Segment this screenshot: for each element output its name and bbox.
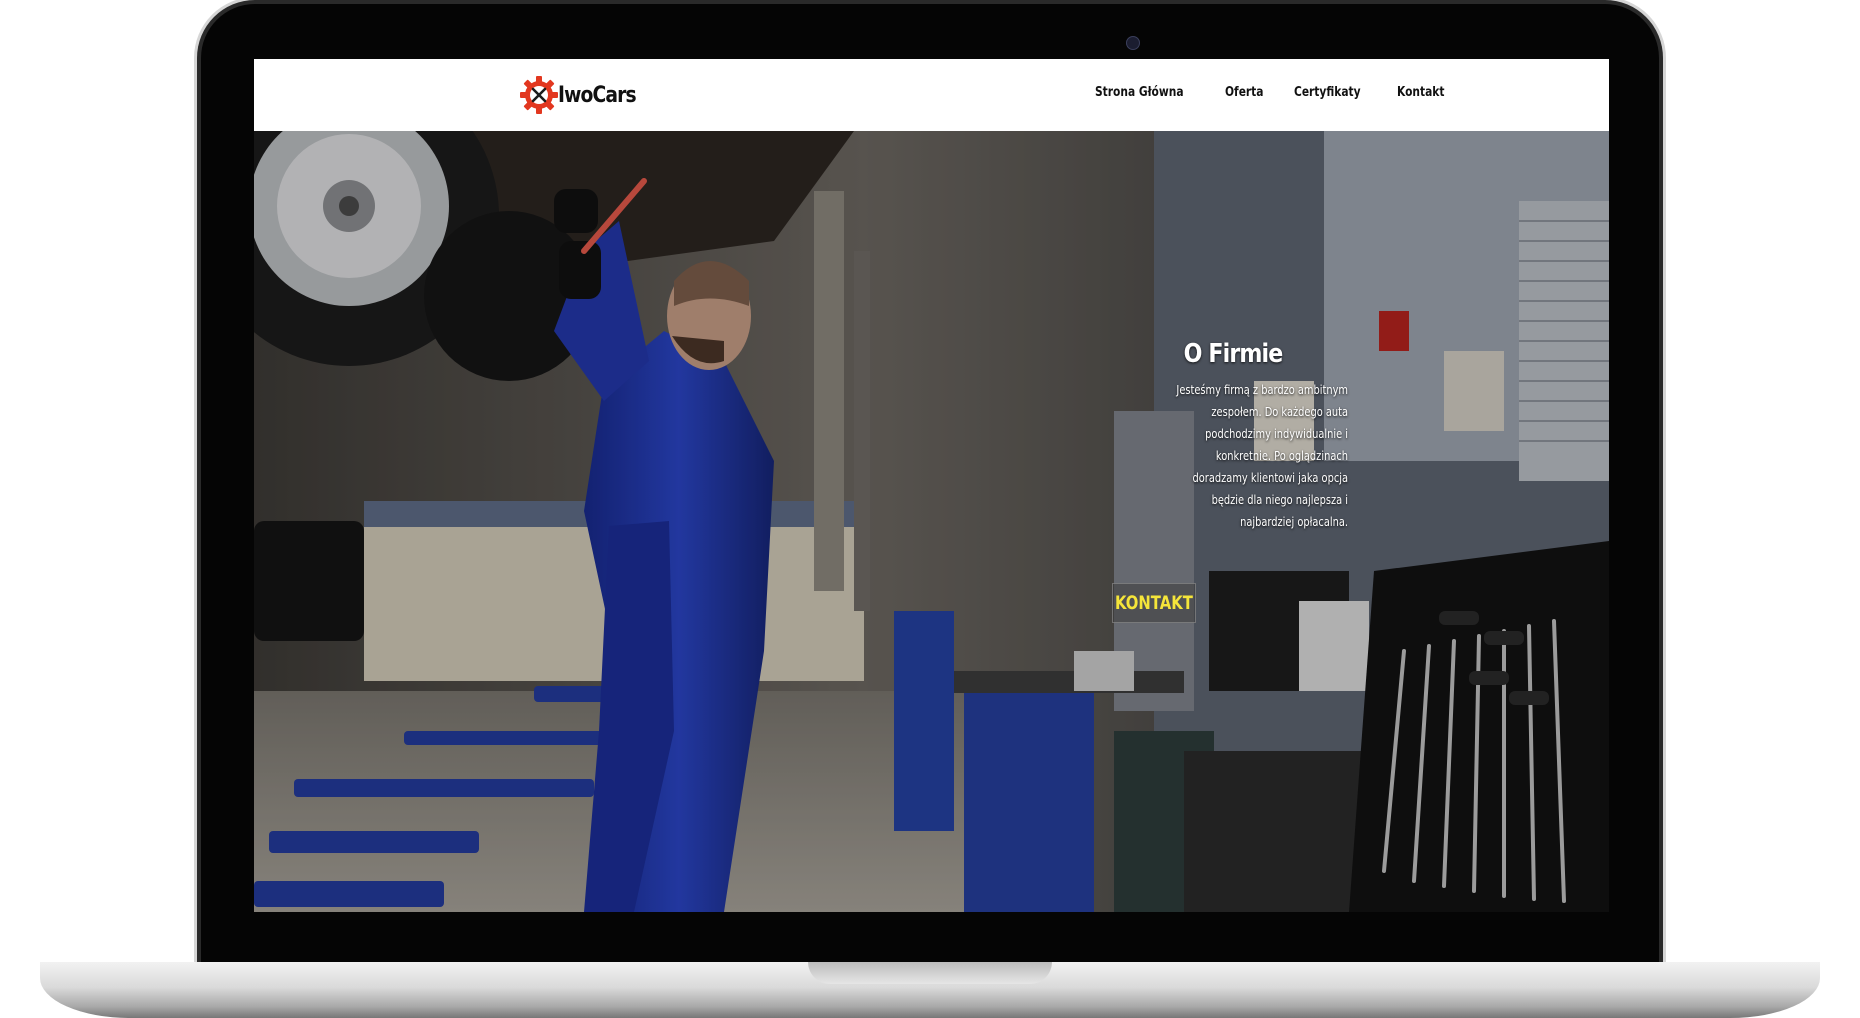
contact-button[interactable]: KONTAKT [1112,583,1196,623]
main-nav: Strona Główna Oferta Certyfikaty Kontakt [1095,85,1455,100]
about-title: O Firmie [1183,339,1284,369]
nav-offer[interactable]: Oferta [1225,85,1263,100]
nav-contact[interactable]: Kontakt [1397,85,1444,100]
about-text: Jesteśmy firmą z bardzo ambitnym zespołe… [1176,383,1348,529]
site-navbar: IwoCars Strona Główna Oferta Certyfikaty… [254,59,1609,131]
webcam [1126,36,1140,50]
contact-button-label: KONTAKT [1115,592,1193,614]
about-section: O Firmie Jesteśmy firmą z bardzo ambitny… [1118,339,1348,533]
gear-wrench-icon [520,76,558,114]
laptop-notch [808,962,1052,984]
hero-section: O Firmie Jesteśmy firmą z bardzo ambitny… [254,131,1609,912]
hero-overlay [254,131,1609,912]
nav-certificates[interactable]: Certyfikaty [1294,85,1361,100]
site-logo[interactable]: IwoCars [518,69,650,121]
logo-text: IwoCars [558,82,637,108]
laptop-screen: IwoCars Strona Główna Oferta Certyfikaty… [254,59,1609,912]
nav-home[interactable]: Strona Główna [1095,85,1184,100]
